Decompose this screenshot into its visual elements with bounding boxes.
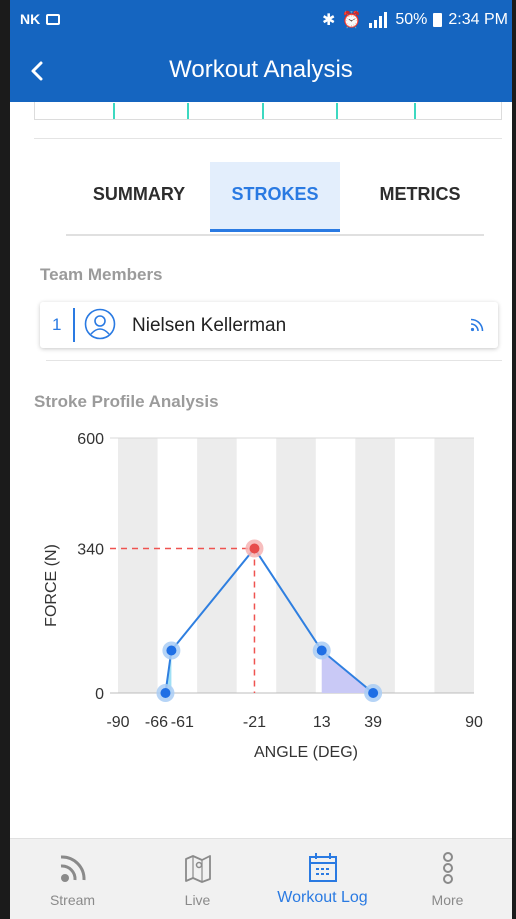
x-tick-label: -66 bbox=[145, 714, 168, 731]
member-separator bbox=[73, 308, 75, 342]
nav-label: Live bbox=[184, 892, 211, 908]
timeline-tick bbox=[187, 103, 189, 119]
nav-live[interactable]: Live bbox=[135, 839, 260, 919]
y-axis-label: FORCE (N) bbox=[43, 544, 60, 627]
alarm-icon: ⏰ bbox=[341, 12, 362, 29]
y-tick-label: 340 bbox=[77, 542, 104, 559]
data-point bbox=[316, 645, 327, 656]
x-tick-label: -21 bbox=[243, 714, 266, 731]
status-left: NK bbox=[20, 11, 61, 27]
y-tick-label: 0 bbox=[95, 686, 104, 703]
timeline-tick bbox=[336, 103, 338, 119]
carrier-label: NK bbox=[20, 11, 41, 27]
tab-metrics[interactable]: METRICS bbox=[356, 162, 484, 232]
x-tick-label: 39 bbox=[364, 714, 382, 731]
stroke-profile-chart: 0 340 600 -90 -66 -61 -21 13 39 90 ANGLE (DEG) FORC… bbox=[43, 431, 483, 761]
page-title: Workout Analysis bbox=[169, 56, 353, 83]
status-bar: NK ✱ ⏰ 50% 2:34 PM bbox=[10, 0, 512, 40]
stroke-profile-label: Stroke Profile Analysis bbox=[34, 392, 219, 411]
calendar-icon bbox=[308, 853, 337, 882]
grid-band bbox=[434, 438, 474, 693]
rss-icon bbox=[470, 318, 484, 332]
bottom-nav: Stream Live Workout Log More bbox=[10, 838, 512, 919]
x-axis-label: ANGLE (DEG) bbox=[254, 744, 358, 761]
y-tick-label: 600 bbox=[77, 431, 104, 448]
rss-icon bbox=[60, 855, 86, 882]
map-icon bbox=[184, 855, 211, 883]
nav-label: Stream bbox=[49, 892, 96, 908]
x-tick-label: 13 bbox=[313, 714, 331, 731]
status-right: ✱ ⏰ 50% 2:34 PM bbox=[322, 10, 508, 30]
team-members-label: Team Members bbox=[40, 265, 163, 284]
x-tick-label: -90 bbox=[106, 714, 129, 731]
data-point bbox=[368, 688, 379, 698]
grid-band bbox=[276, 438, 316, 693]
nav-stream[interactable]: Stream bbox=[10, 839, 135, 919]
member-number: 1 bbox=[52, 315, 62, 334]
x-tick-label: 90 bbox=[465, 714, 483, 731]
battery-icon bbox=[433, 13, 443, 27]
grid-band bbox=[197, 438, 237, 693]
divider bbox=[46, 360, 502, 361]
x-tick-label: -61 bbox=[171, 714, 194, 731]
grid-band bbox=[355, 438, 395, 693]
nav-label: More bbox=[431, 892, 464, 908]
nav-workout-log[interactable]: Workout Log bbox=[260, 839, 385, 919]
timeline-tick bbox=[414, 103, 416, 119]
member-name: Nielsen Kellerman bbox=[132, 315, 287, 336]
device-frame-left bbox=[0, 0, 10, 919]
timeline-ticks bbox=[34, 102, 502, 120]
team-member-row[interactable]: 1 Nielsen Kellerman bbox=[40, 302, 498, 348]
user-avatar-icon bbox=[84, 308, 116, 340]
timeline-tick bbox=[113, 103, 115, 119]
divider bbox=[34, 138, 502, 139]
image-notification-icon bbox=[46, 13, 61, 25]
tab-strokes[interactable]: STROKES bbox=[210, 162, 340, 232]
device-frame-right bbox=[512, 0, 516, 919]
grid-band bbox=[118, 438, 158, 693]
tab-bar: SUMMARY STROKES METRICS bbox=[66, 162, 484, 236]
clock: 2:34 PM bbox=[448, 11, 508, 28]
data-point bbox=[160, 688, 171, 698]
data-point bbox=[249, 543, 260, 554]
data-point bbox=[166, 645, 177, 656]
nav-label: Workout Log bbox=[277, 889, 368, 906]
tab-summary[interactable]: SUMMARY bbox=[66, 162, 212, 232]
bluetooth-icon: ✱ bbox=[322, 12, 336, 29]
app-screen: NK ✱ ⏰ 50% 2:34 PM Workout Analysis SUMM… bbox=[10, 0, 512, 919]
battery-percent: 50% bbox=[395, 11, 428, 28]
more-icon bbox=[442, 852, 453, 884]
nav-more[interactable]: More bbox=[385, 839, 510, 919]
timeline-tick bbox=[262, 103, 264, 119]
signal-icon bbox=[369, 12, 388, 28]
app-bar: Workout Analysis bbox=[10, 40, 512, 102]
